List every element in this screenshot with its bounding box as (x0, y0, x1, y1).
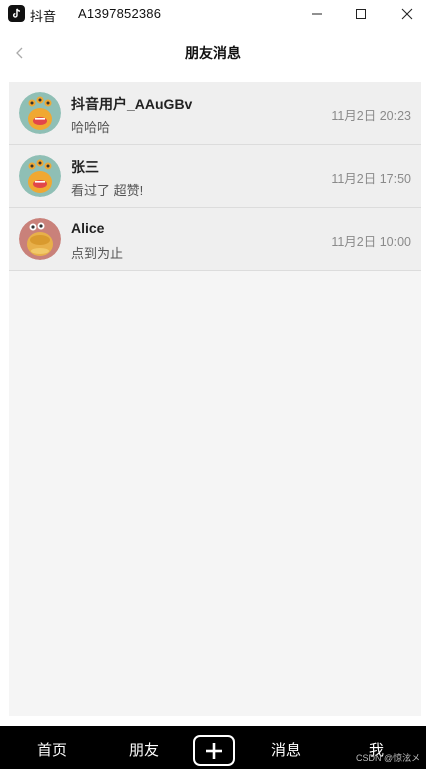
pink-monster-avatar-icon (19, 218, 61, 260)
tiktok-logo-icon (8, 5, 25, 22)
conversation-row[interactable]: 张三 看过了 超赞! 11月2日 17:50 (9, 145, 421, 208)
close-button[interactable] (384, 0, 426, 28)
nav-friends[interactable]: 朋友 (129, 739, 159, 760)
conversation-list: 抖音用户_AAuGBv 哈哈哈 11月2日 20:23 张三 看过了 超赞! 1… (9, 82, 421, 716)
maximize-icon (356, 9, 366, 19)
conversation-row[interactable]: Alice 点到为止 11月2日 10:00 (9, 208, 421, 271)
window-titlebar: 抖音 A1397852386 (0, 0, 426, 28)
account-id: A1397852386 (78, 6, 162, 21)
close-icon (401, 8, 413, 20)
conversation-row[interactable]: 抖音用户_AAuGBv 哈哈哈 11月2日 20:23 (9, 82, 421, 145)
message-time: 11月2日 17:50 (331, 172, 411, 186)
nav-messages[interactable]: 消息 (271, 739, 301, 760)
contact-name: Alice (71, 220, 105, 236)
nav-home[interactable]: 首页 (37, 739, 67, 760)
watermark: CSDN @惊泫メ (356, 753, 421, 763)
message-time: 11月2日 20:23 (331, 109, 411, 123)
message-preview: 点到为止 (71, 246, 124, 261)
contact-name: 抖音用户_AAuGBv (71, 96, 193, 112)
page-header: 朋友消息 (0, 28, 426, 78)
message-preview: 看过了 超赞! (71, 183, 144, 198)
message-preview: 哈哈哈 (71, 120, 111, 135)
minimize-icon (312, 13, 322, 15)
minimize-button[interactable] (294, 0, 340, 28)
message-time: 11月2日 10:00 (331, 235, 411, 249)
plus-icon (206, 742, 222, 759)
green-monster-avatar-icon (19, 92, 61, 134)
app-name: 抖音 (30, 9, 57, 24)
contact-name: 张三 (71, 159, 99, 175)
page-title: 朋友消息 (185, 45, 241, 61)
green-monster-avatar-icon (19, 155, 61, 197)
maximize-button[interactable] (338, 0, 384, 28)
add-video-button[interactable] (193, 735, 235, 766)
